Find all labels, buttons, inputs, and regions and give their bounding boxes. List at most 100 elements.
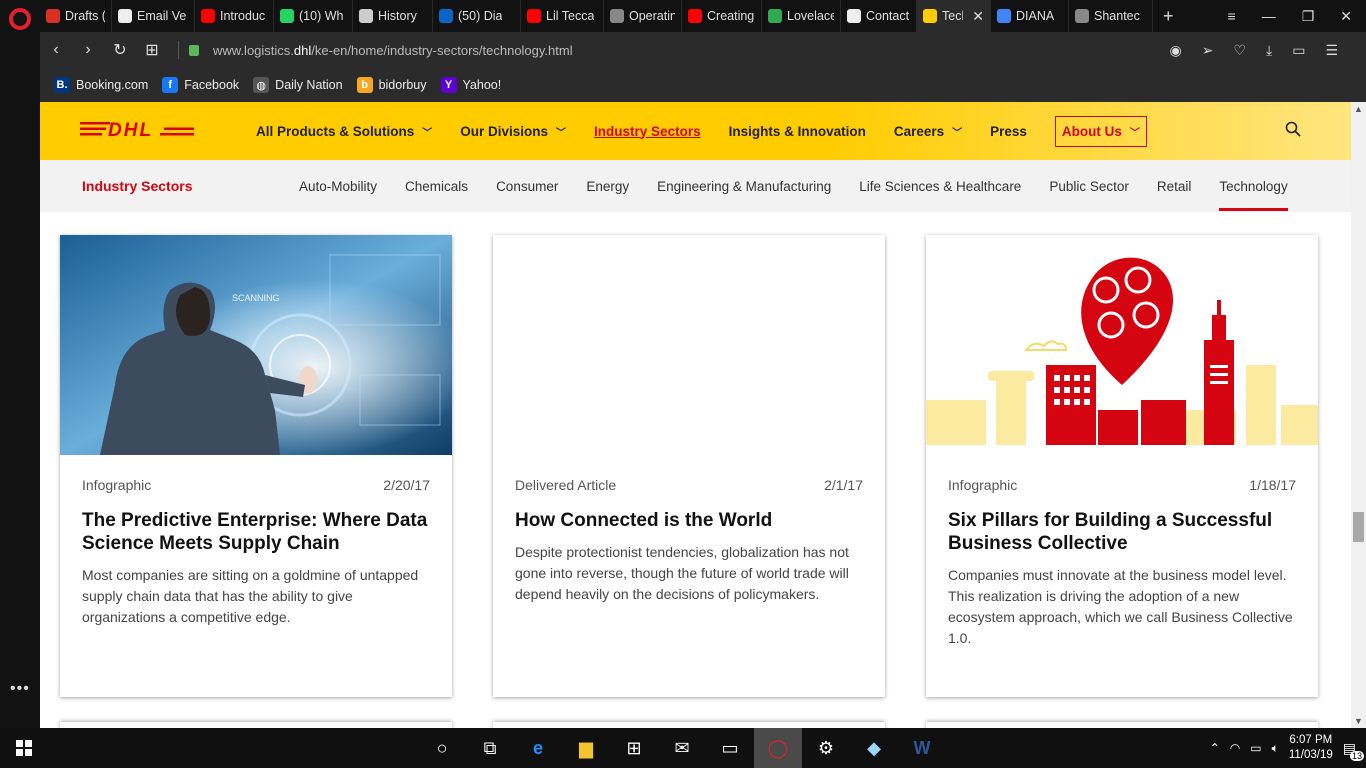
notification-count: 13: [1349, 750, 1364, 761]
back-icon[interactable]: ‹: [40, 41, 72, 59]
card-title[interactable]: How Connected is the World: [515, 509, 863, 532]
file-explorer-icon[interactable]: ▆: [562, 728, 610, 768]
bookmark-item[interactable]: B. Booking.com: [54, 77, 148, 93]
url-field[interactable]: www.logistics.dhl/ke-en/home/industry-se…: [213, 43, 573, 58]
speed-dial-icon[interactable]: ⊞: [136, 40, 168, 60]
article-card[interactable]: Delivered Article 2/1/17 How Connected is…: [493, 235, 885, 697]
minimize-icon[interactable]: —: [1262, 8, 1276, 25]
card-image-placeholder[interactable]: [493, 235, 885, 455]
subnav-link[interactable]: Auto-Mobility: [299, 160, 377, 212]
clock[interactable]: 6:07 PM 11/03/19: [1289, 733, 1333, 763]
terminal-icon[interactable]: ▭: [706, 728, 754, 768]
browser-tab[interactable]: Drafts (1: [40, 0, 112, 32]
browser-tab[interactable]: Shantec: [1069, 0, 1153, 32]
nav-link[interactable]: Our Divisions ﹀: [460, 124, 566, 139]
tab-menu-icon[interactable]: ≡: [1228, 8, 1236, 25]
browser-tab[interactable]: Email Ve: [112, 0, 195, 32]
browser-tab[interactable]: History: [353, 0, 433, 32]
wifi-icon[interactable]: ◠: [1230, 741, 1240, 755]
search-icon[interactable]: [1285, 121, 1301, 142]
browser-tab[interactable]: Contact: [841, 0, 917, 32]
subnav-link[interactable]: Public Sector: [1049, 160, 1129, 212]
browser-tab[interactable]: Creating: [682, 0, 762, 32]
subnav-link[interactable]: Retail: [1157, 160, 1192, 212]
page-scrollbar[interactable]: ▲ ▼: [1351, 102, 1366, 728]
browser-tab[interactable]: Lovelace: [762, 0, 841, 32]
download-icon[interactable]: ⤓: [1266, 42, 1272, 59]
browser-tab[interactable]: DIANA: [991, 0, 1069, 32]
subnav-link[interactable]: Life Sciences & Healthcare: [859, 160, 1021, 212]
browser-tab[interactable]: Tech ✕: [917, 0, 991, 32]
settings-icon[interactable]: ⚙: [802, 728, 850, 768]
tab-label: History: [378, 9, 417, 23]
tab-favicon-icon: [439, 9, 453, 23]
cortana-icon[interactable]: ○: [418, 728, 466, 768]
notification-icon[interactable]: ▤ 13: [1343, 740, 1364, 761]
restore-icon[interactable]: ❐: [1302, 8, 1315, 25]
article-card[interactable]: SCANNING Infographic 2/20/17 The Predicti…: [60, 235, 452, 697]
opera-taskbar-icon[interactable]: ◯: [754, 728, 802, 768]
window-controls: ≡ — ❐ ✕: [1228, 8, 1366, 25]
notes-icon[interactable]: ◆: [850, 728, 898, 768]
more-icon[interactable]: •••: [10, 680, 30, 698]
subnav-link[interactable]: Engineering & Manufacturing: [657, 160, 831, 212]
subnav-link[interactable]: Consumer: [496, 160, 558, 212]
card-title[interactable]: Six Pillars for Building a Successful Bu…: [948, 509, 1296, 555]
scroll-down-icon[interactable]: ▼: [1354, 716, 1363, 726]
tab-label: Lil Tecca: [546, 9, 595, 23]
card-date: 1/18/17: [1249, 477, 1296, 493]
card-image-data-science[interactable]: SCANNING: [60, 235, 452, 455]
send-icon[interactable]: ➢: [1202, 42, 1214, 59]
easy-setup-icon[interactable]: ☰: [1325, 42, 1338, 59]
subnav-link[interactable]: Technology: [1219, 160, 1289, 212]
browser-tab[interactable]: Operatin: [604, 0, 682, 32]
nav-link[interactable]: All Products & Solutions ﹀: [256, 124, 432, 139]
card-image-business-collective[interactable]: [926, 235, 1318, 455]
battery-icon[interactable]: ▭: [1292, 42, 1305, 59]
address-bar: ‹ › ↻ ⊞ www.logistics.dhl/ke-en/home/ind…: [40, 32, 1366, 68]
bookmark-item[interactable]: ◍ Daily Nation: [253, 77, 343, 93]
nav-link[interactable]: Careers ﹀: [894, 124, 962, 139]
edge-icon[interactable]: e: [514, 728, 562, 768]
chevron-up-icon[interactable]: ⌃: [1210, 741, 1220, 755]
card-type: Infographic: [82, 477, 152, 493]
start-icon[interactable]: [0, 728, 48, 768]
browser-tab[interactable]: (10) Wh: [274, 0, 353, 32]
battery-icon[interactable]: ▭: [1250, 741, 1261, 755]
browser-tab[interactable]: Lil Tecca: [521, 0, 604, 32]
close-icon[interactable]: ✕: [1340, 8, 1352, 25]
nav-link[interactable]: Industry Sectors: [594, 124, 701, 139]
nav-link[interactable]: Insights & Innovation: [729, 124, 866, 139]
browser-tab[interactable]: (50) Dia: [433, 0, 521, 32]
task-view-icon[interactable]: ⧉: [466, 728, 514, 768]
reload-icon[interactable]: ↻: [104, 40, 136, 60]
dhl-logo[interactable]: DHL: [80, 118, 256, 144]
mail-icon[interactable]: ✉: [658, 728, 706, 768]
volume-icon[interactable]: 🔈︎: [1272, 741, 1279, 756]
subnav-link[interactable]: Chemicals: [405, 160, 468, 212]
forward-icon[interactable]: ›: [72, 41, 104, 59]
bookmark-item[interactable]: Y Yahoo!: [440, 77, 501, 93]
nav-link[interactable]: About Us ﹀: [1054, 115, 1147, 147]
card-title[interactable]: The Predictive Enterprise: Where Data Sc…: [82, 509, 430, 555]
bookmark-item[interactable]: f Facebook: [162, 77, 239, 93]
bookmark-item[interactable]: b bidorbuy: [356, 77, 427, 93]
scroll-up-icon[interactable]: ▲: [1354, 104, 1363, 114]
heart-icon[interactable]: ♡: [1233, 42, 1246, 59]
store-icon[interactable]: ⊞: [610, 728, 658, 768]
lock-icon[interactable]: [189, 44, 199, 56]
nav-link[interactable]: Press: [990, 124, 1027, 139]
word-icon[interactable]: W: [898, 728, 946, 768]
subnav-title[interactable]: Industry Sectors: [82, 178, 299, 194]
opera-logo-icon[interactable]: [9, 8, 31, 30]
subnav-link[interactable]: Energy: [586, 160, 629, 212]
nav-link-label: Careers: [893, 123, 945, 139]
browser-tab[interactable]: Introduc: [195, 0, 274, 32]
article-card[interactable]: Infographic 1/18/17 Six Pillars for Build…: [926, 235, 1318, 697]
bookmark-favicon-icon: Y: [440, 77, 457, 93]
new-tab-button[interactable]: +: [1153, 6, 1184, 27]
scroll-thumb[interactable]: [1353, 512, 1364, 542]
close-tab-icon[interactable]: ✕: [972, 8, 984, 25]
camera-icon[interactable]: ◉: [1169, 42, 1181, 59]
tab-favicon-icon: [118, 9, 132, 23]
